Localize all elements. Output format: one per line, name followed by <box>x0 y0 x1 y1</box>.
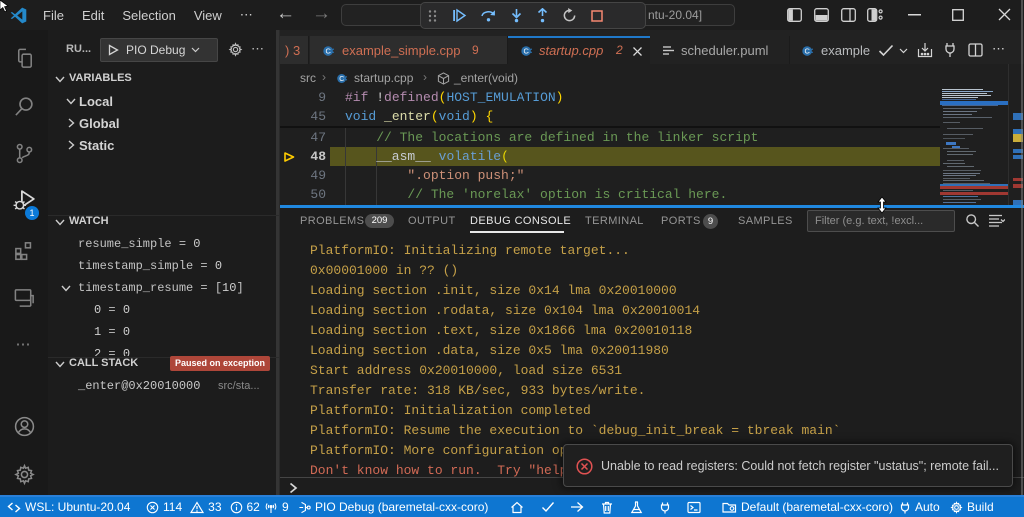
svg-text:C: C <box>804 47 810 56</box>
svg-text:C: C <box>339 76 344 83</box>
svg-text:C: C <box>523 47 529 56</box>
svg-text:C: C <box>325 47 331 56</box>
